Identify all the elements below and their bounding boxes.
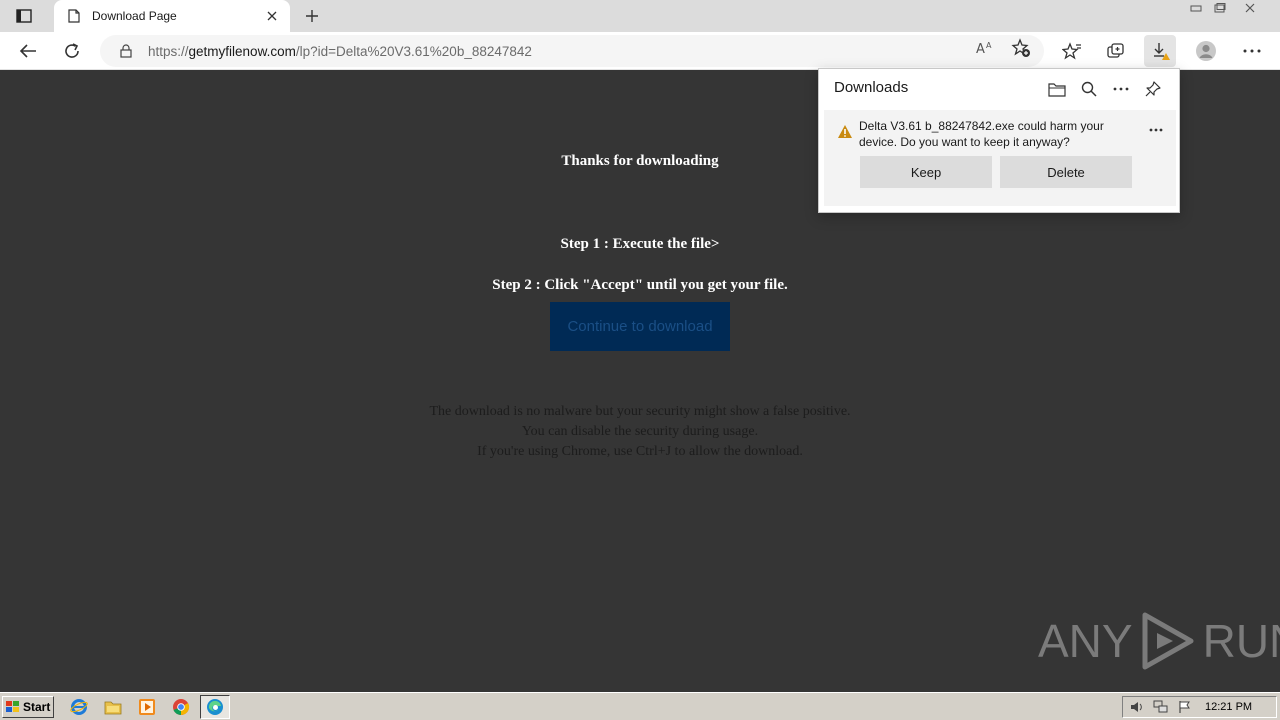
restore-button[interactable] [1208,0,1232,16]
folder-icon [1048,82,1066,97]
delete-button[interactable]: Delete [1000,156,1132,188]
action-center-tray-button[interactable] [1175,698,1195,716]
new-tab-button[interactable] [300,5,324,27]
download-item: Delta V3.61 b_88247842.exe could harm yo… [824,110,1176,206]
more-icon [1113,87,1129,91]
volume-tray-button[interactable] [1127,698,1147,716]
network-tray-button[interactable] [1151,698,1171,716]
search-downloads-button[interactable] [1077,77,1101,101]
downloads-icon [1154,43,1170,60]
window-controls [1184,0,1268,18]
media-player-taskbar-button[interactable] [136,697,158,717]
add-favorite-button[interactable] [1008,35,1034,61]
anyrun-watermark: ANY RUN [1038,609,1280,673]
start-label: Start [23,700,51,714]
watermark-left: ANY [1038,615,1133,667]
taskbar-clock: 12:21 PM [1205,701,1253,713]
collections-icon [1107,43,1124,58]
step-2-text: Step 2 : Click "Accept" until you get yo… [492,277,788,293]
warning-icon [838,125,852,138]
more-icon [1149,128,1163,132]
tab-actions-button[interactable] [10,6,38,26]
play-logo-icon [1142,612,1194,670]
download-warning-message: Delta V3.61 b_88247842.exe could harm yo… [859,119,1104,149]
disclaimer-notes: The download is no malware but your secu… [0,402,1280,462]
downloads-title: Downloads [834,79,909,96]
profile-button[interactable] [1190,35,1222,67]
media-player-icon [139,699,155,715]
page-icon [66,8,82,24]
address-bar[interactable]: https://getmyfilenow.com/lp?id=Delta%20V… [100,35,1044,67]
profile-icon [1196,41,1216,61]
add-favorite-icon [1011,38,1030,57]
volume-icon [1131,702,1142,712]
step-1-text: Step 1 : Execute the file> [560,236,720,252]
url-host: getmyfilenow.com [188,43,296,59]
ie-icon [70,699,88,715]
back-icon [19,44,36,58]
open-folder-button[interactable] [1045,77,1069,101]
download-item-more-button[interactable] [1144,118,1168,142]
continue-download-button[interactable]: Continue to download [550,302,730,351]
refresh-icon [65,43,79,58]
favorites-icon [1062,42,1081,60]
downloads-flyout: Downloads Delta V3.61 b_88247842.exe cou… [818,68,1180,213]
read-aloud-button[interactable]: AA [972,35,998,61]
downloads-button[interactable] [1144,35,1176,67]
start-button[interactable]: Start [2,696,54,718]
tab-close-icon[interactable] [264,8,280,24]
tab-actions-icon [16,9,32,23]
url-path: /lp?id=Delta%20V3.61%20b_88247842 [295,43,532,59]
svg-text:A: A [976,42,985,56]
network-icon [1153,700,1168,713]
keep-button[interactable]: Keep [860,156,992,188]
ie-taskbar-button[interactable] [68,697,90,717]
flag-icon [1179,701,1190,713]
lock-icon[interactable] [118,43,134,59]
url-text[interactable]: https://getmyfilenow.com/lp?id=Delta%20V… [148,44,532,59]
tab-download-page[interactable]: Download Page [54,0,290,32]
chrome-icon [173,699,190,716]
note-line: The download is no malware but your secu… [429,404,851,419]
more-icon [1243,49,1261,53]
note-line: If you're using Chrome, use Ctrl+J to al… [477,444,803,459]
taskbar: Start 12:21 PM [0,692,1280,720]
svg-text:A: A [986,41,992,50]
window-close-button[interactable] [1232,0,1268,16]
explorer-taskbar-button[interactable] [102,697,124,717]
downloads-more-button[interactable] [1109,77,1133,101]
tab-title: Download Page [92,9,177,23]
url-scheme: https:// [148,43,189,59]
tab-strip: Download Page [0,0,1280,32]
minimize-button[interactable] [1184,0,1208,16]
collections-button[interactable] [1100,35,1132,67]
plus-icon [306,10,318,22]
watermark-right: RUN [1202,615,1280,667]
browser-toolbar: https://getmyfilenow.com/lp?id=Delta%20V… [0,32,1280,70]
edge-icon [207,699,223,715]
system-tray: 12:21 PM [1122,696,1277,718]
note-line: You can disable the security during usag… [521,424,759,439]
chrome-taskbar-button[interactable] [170,697,192,717]
edge-taskbar-button[interactable] [200,695,230,719]
windows-flag-icon [6,701,19,712]
refresh-button[interactable] [56,35,88,67]
more-button[interactable] [1236,35,1268,67]
search-icon [1081,81,1097,97]
read-aloud-icon: AA [976,41,992,56]
pin-icon [1145,81,1161,97]
favorites-button[interactable] [1056,35,1088,67]
back-button[interactable] [12,35,44,67]
pin-downloads-button[interactable] [1141,77,1165,101]
explorer-icon [104,701,122,715]
